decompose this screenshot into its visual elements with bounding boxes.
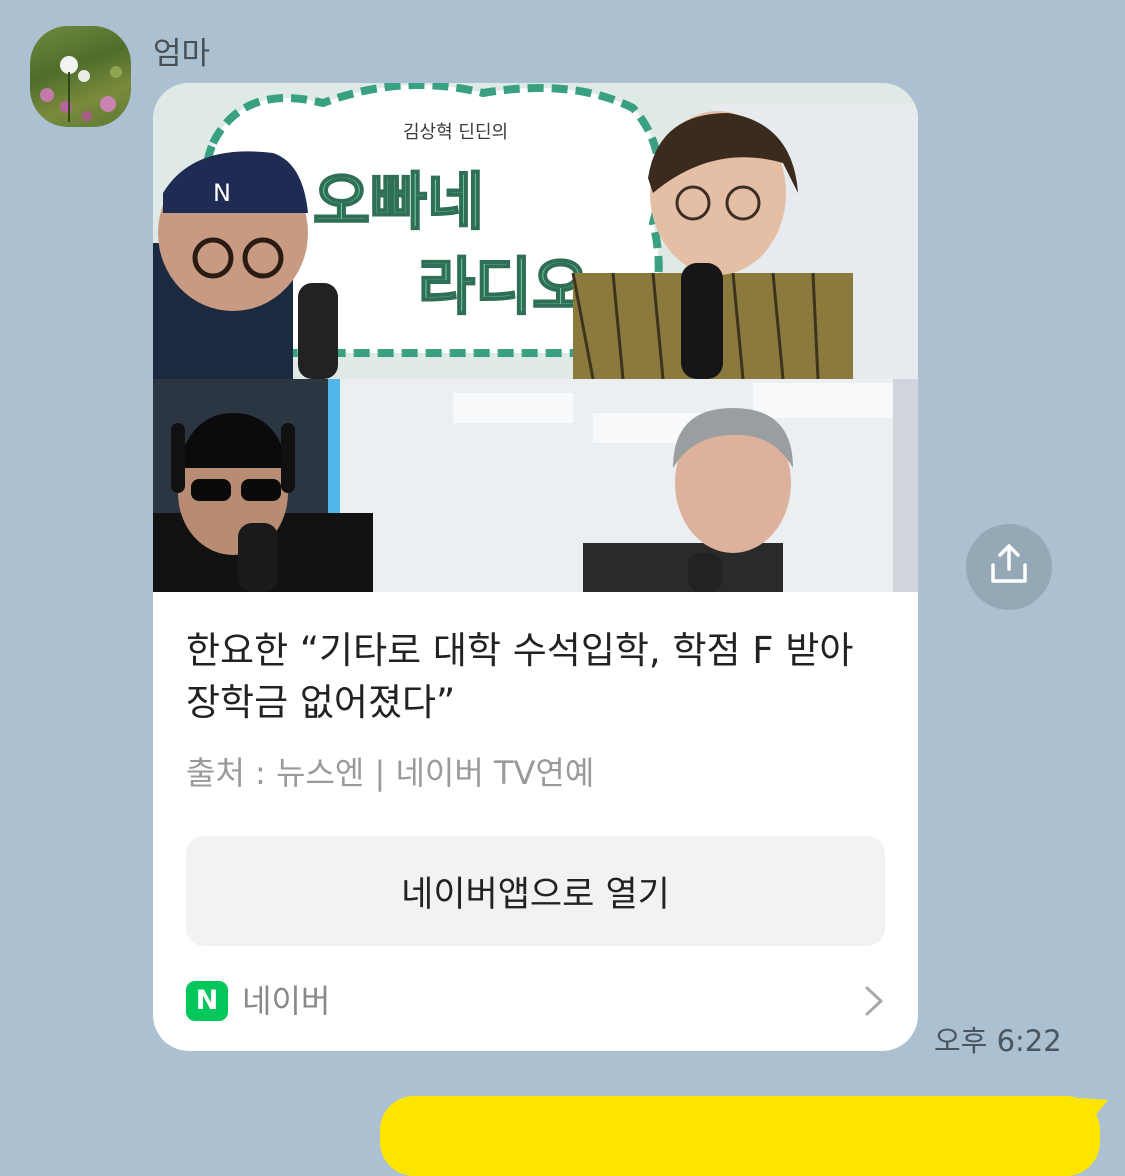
footer-site-label: 네이버 (242, 982, 331, 1020)
share-button[interactable] (966, 524, 1052, 610)
my-message-bubble[interactable] (380, 1096, 1100, 1176)
link-preview-card[interactable]: 김상혁 딘딘의 오빠네 라디오 N 한요한 “기타로 대학 수석입학, 학점 F… (153, 83, 918, 1051)
news-headline[interactable]: 한요한 “기타로 대학 수석입학, 학점 F 받아 장학금 없어졌다” (186, 625, 886, 729)
share-icon (991, 544, 1027, 583)
svg-text:N: N (213, 179, 231, 207)
sender-avatar[interactable] (30, 26, 131, 127)
open-in-naver-app-button[interactable]: 네이버앱으로 열기 (186, 836, 885, 946)
news-thumbnail-image[interactable]: 김상혁 딘딘의 오빠네 라디오 N (153, 83, 918, 592)
show-title-main: 오빠네 (313, 165, 484, 238)
chevron-right-icon (865, 986, 883, 1016)
message-timestamp: 오후 6:22 (934, 1024, 1062, 1058)
naver-logo-icon: N (186, 981, 228, 1021)
show-title-sub: 라디오 (418, 250, 589, 323)
card-footer[interactable]: N 네이버 (186, 981, 886, 1021)
sender-name: 엄마 (153, 36, 211, 72)
bubble-tail (1080, 1098, 1108, 1122)
news-source: 출처 : 뉴스엔 | 네이버 TV연예 (186, 754, 595, 792)
show-title-small: 김상혁 딘딘의 (403, 122, 508, 143)
